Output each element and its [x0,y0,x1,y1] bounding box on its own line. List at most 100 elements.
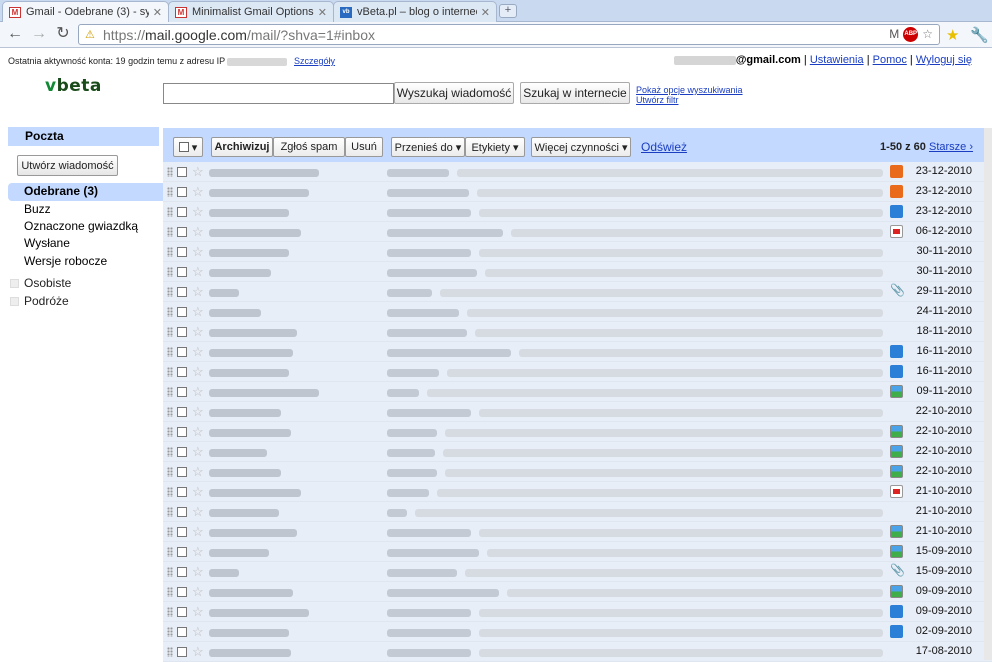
star-icon[interactable]: ☆ [192,164,204,180]
more-actions-dropdown[interactable]: Więcej czynności ▾ [531,137,631,157]
drag-handle[interactable] [167,367,173,377]
star-icon[interactable]: ☆ [192,184,204,200]
drag-handle[interactable] [167,547,173,557]
table-row[interactable]: ☆ 30-11-2010 [163,262,992,282]
star-icon[interactable]: ☆ [192,284,204,300]
row-checkbox[interactable] [177,627,187,637]
drag-handle[interactable] [167,407,173,417]
select-dropdown[interactable]: ▾ [173,137,203,157]
table-row[interactable]: ☆ 21-10-2010 [163,502,992,522]
drag-handle[interactable] [167,487,173,497]
drag-handle[interactable] [167,207,173,217]
close-icon[interactable]: ✕ [481,6,490,19]
row-checkbox[interactable] [177,587,187,597]
table-row[interactable]: ☆ 24-11-2010 [163,302,992,322]
star-icon[interactable]: ☆ [192,444,204,460]
row-checkbox[interactable] [177,327,187,337]
row-checkbox[interactable] [177,467,187,477]
table-row[interactable]: ☆ 29-11-2010 [163,282,992,302]
select-all-checkbox[interactable] [178,142,189,152]
drag-handle[interactable] [167,527,173,537]
drag-handle[interactable] [167,427,173,437]
table-row[interactable]: ☆ 09-09-2010 [163,602,992,622]
table-row[interactable]: ☆ 22-10-2010 [163,442,992,462]
wrench-icon[interactable]: 🔧 [970,26,989,44]
table-row[interactable]: ☆ 16-11-2010 [163,342,992,362]
row-checkbox[interactable] [177,267,187,277]
row-checkbox[interactable] [177,287,187,297]
star-icon[interactable]: ☆ [192,484,204,500]
drag-handle[interactable] [167,507,173,517]
browser-tab-gmail[interactable]: M Gmail - Odebrane (3) - sy... ✕ [2,1,169,22]
table-row[interactable]: ☆ 22-10-2010 [163,462,992,482]
drag-handle[interactable] [167,567,173,577]
row-checkbox[interactable] [177,207,187,217]
table-row[interactable]: ☆ 09-09-2010 [163,582,992,602]
row-checkbox[interactable] [177,447,187,457]
row-checkbox[interactable] [177,227,187,237]
gmail-checker-icon[interactable]: M [889,27,899,42]
help-link[interactable]: Pomoc [873,54,907,66]
scrollbar[interactable] [984,128,992,660]
row-checkbox[interactable] [177,347,187,357]
row-checkbox[interactable] [177,547,187,557]
drag-handle[interactable] [167,647,173,657]
row-checkbox[interactable] [177,507,187,517]
close-icon[interactable]: ✕ [318,6,327,19]
drag-handle[interactable] [167,307,173,317]
star-icon[interactable]: ☆ [192,464,204,480]
browser-tab-minimalist[interactable]: M Minimalist Gmail Options ✕ [168,1,334,22]
row-checkbox[interactable] [177,647,187,657]
row-checkbox[interactable] [177,567,187,577]
star-icon[interactable]: ☆ [192,604,204,620]
drag-handle[interactable] [167,587,173,597]
label-item-travel[interactable]: Podróże [8,293,158,311]
drag-handle[interactable] [167,627,173,637]
row-checkbox[interactable] [177,167,187,177]
search-web-button[interactable]: Szukaj w internecie [520,82,630,104]
vbeta-logo[interactable]: vbeta [45,76,102,96]
star-icon[interactable]: ☆ [192,324,204,340]
row-checkbox[interactable] [177,367,187,377]
row-checkbox[interactable] [177,527,187,537]
drag-handle[interactable] [167,327,173,337]
table-row[interactable]: ☆ 30-11-2010 [163,242,992,262]
logout-link[interactable]: Wyloguj się [916,54,972,66]
settings-link[interactable]: Ustawienia [810,54,864,66]
star-icon[interactable]: ☆ [192,304,204,320]
table-row[interactable]: ☆ 21-10-2010 [163,482,992,502]
star-icon[interactable]: ☆ [192,564,204,580]
table-row[interactable]: ☆ 17-08-2010 [163,642,992,662]
star-extension-icon[interactable]: ★ [946,26,959,44]
search-input[interactable] [163,83,394,104]
star-icon[interactable]: ☆ [192,244,204,260]
row-checkbox[interactable] [177,387,187,397]
drag-handle[interactable] [167,387,173,397]
row-checkbox[interactable] [177,187,187,197]
nav-item-inbox[interactable]: Odebrane (3) [8,183,163,201]
star-icon[interactable]: ☆ [192,344,204,360]
star-icon[interactable]: ☆ [192,504,204,520]
star-icon[interactable]: ☆ [192,224,204,240]
drag-handle[interactable] [167,447,173,457]
show-search-options-link[interactable]: Pokaż opcje wyszukiwania [636,85,743,95]
new-tab-button[interactable]: + [499,4,517,18]
older-link[interactable]: Starsze › [929,141,973,153]
forward-icon[interactable]: → [30,25,48,43]
nav-item-sent[interactable]: Wysłane [8,235,163,253]
back-icon[interactable]: ← [6,25,24,43]
table-row[interactable]: ☆ 09-11-2010 [163,382,992,402]
star-icon[interactable]: ☆ [192,544,204,560]
star-icon[interactable]: ☆ [192,264,204,280]
move-to-dropdown[interactable]: Przenieś do ▾ [391,137,465,157]
bookmark-star-icon[interactable]: ☆ [922,27,933,42]
report-spam-button[interactable]: Zgłoś spam [273,137,345,157]
adblock-icon[interactable]: ABP [903,27,919,42]
search-mail-button[interactable]: Wyszukaj wiadomość [394,82,514,104]
drag-handle[interactable] [167,187,173,197]
mail-section-header[interactable]: Poczta [8,127,159,146]
reload-icon[interactable]: ↻ [54,25,72,43]
browser-tab-vbeta[interactable]: vb vBeta.pl – blog o internec... ✕ [333,1,497,22]
close-icon[interactable]: ✕ [153,6,162,19]
star-icon[interactable]: ☆ [192,424,204,440]
